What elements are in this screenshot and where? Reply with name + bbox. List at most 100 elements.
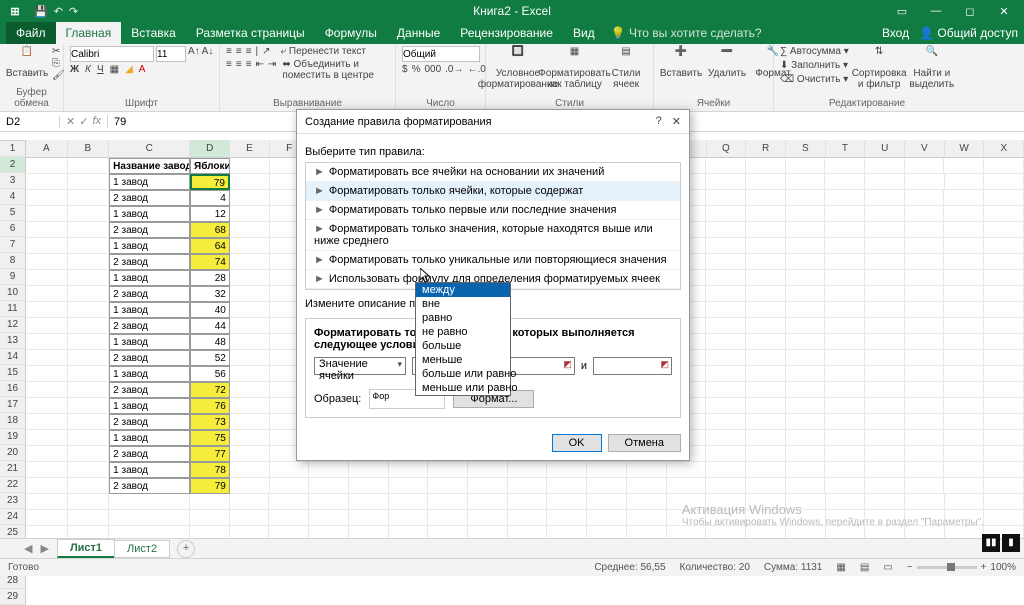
- cell[interactable]: [230, 174, 270, 190]
- redo-icon[interactable]: ↷: [69, 5, 78, 18]
- cell[interactable]: 2 завод: [109, 478, 190, 494]
- zoom-slider[interactable]: −+100%: [907, 562, 1016, 573]
- cell[interactable]: [26, 462, 68, 478]
- cell[interactable]: [349, 478, 389, 494]
- cell[interactable]: [26, 158, 68, 174]
- cell[interactable]: [786, 478, 826, 494]
- cell[interactable]: 1 завод: [109, 238, 190, 254]
- cell[interactable]: [26, 382, 68, 398]
- cell[interactable]: [190, 526, 230, 538]
- cell[interactable]: [984, 382, 1024, 398]
- cell[interactable]: [746, 286, 786, 302]
- cell[interactable]: [468, 526, 508, 538]
- rule-type-option[interactable]: ►Форматировать только ячейки, которые со…: [306, 182, 680, 201]
- rule-type-option[interactable]: ►Форматировать все ячейки на основании и…: [306, 163, 680, 182]
- cell[interactable]: [230, 366, 270, 382]
- cell[interactable]: [230, 318, 270, 334]
- paste-button[interactable]: 📋Вставить: [6, 46, 48, 79]
- cell[interactable]: [68, 254, 110, 270]
- cell[interactable]: [825, 302, 865, 318]
- cell[interactable]: [825, 414, 865, 430]
- cell[interactable]: [786, 174, 826, 190]
- cell[interactable]: [309, 478, 349, 494]
- new-sheet-button[interactable]: +: [177, 540, 195, 558]
- cell[interactable]: 75: [190, 430, 230, 446]
- cell[interactable]: [68, 158, 110, 174]
- cell[interactable]: [786, 190, 826, 206]
- cell[interactable]: [865, 446, 905, 462]
- cell[interactable]: [26, 510, 68, 526]
- cell[interactable]: [905, 366, 945, 382]
- cell[interactable]: [944, 254, 984, 270]
- shrink-font-icon[interactable]: A↓: [202, 46, 214, 62]
- cell[interactable]: [984, 222, 1024, 238]
- cell[interactable]: [468, 462, 508, 478]
- cell[interactable]: [706, 382, 746, 398]
- cell[interactable]: [26, 334, 68, 350]
- cell[interactable]: [984, 238, 1024, 254]
- cell[interactable]: [984, 430, 1024, 446]
- operator-dropdown[interactable]: междувнеравноне равнобольшеменьшебольше …: [415, 282, 511, 396]
- rule-type-option[interactable]: ►Форматировать только уникальные или пов…: [306, 251, 680, 270]
- cell[interactable]: [984, 254, 1024, 270]
- cell[interactable]: [865, 174, 905, 190]
- cell[interactable]: [230, 510, 270, 526]
- currency-icon[interactable]: $: [402, 64, 408, 75]
- cell[interactable]: [547, 510, 587, 526]
- cell[interactable]: [905, 382, 945, 398]
- cell[interactable]: [746, 174, 786, 190]
- dropdown-option[interactable]: меньше: [416, 353, 510, 367]
- dropdown-option[interactable]: меньше или равно: [416, 381, 510, 395]
- cell[interactable]: [706, 270, 746, 286]
- cell[interactable]: [68, 190, 110, 206]
- cell[interactable]: [68, 238, 110, 254]
- enter-formula-icon[interactable]: ✓: [79, 115, 88, 128]
- cell[interactable]: [68, 334, 110, 350]
- cell[interactable]: [746, 398, 786, 414]
- cell[interactable]: [269, 526, 309, 538]
- sort-filter-button[interactable]: ⇅Сортировка и фильтр: [853, 46, 906, 90]
- cell[interactable]: 1 завод: [109, 398, 190, 414]
- cell[interactable]: [865, 206, 905, 222]
- cell[interactable]: [905, 158, 945, 174]
- cell[interactable]: [230, 286, 270, 302]
- cell[interactable]: [389, 494, 429, 510]
- cell[interactable]: [68, 302, 110, 318]
- cell[interactable]: [68, 510, 110, 526]
- cell[interactable]: [984, 158, 1024, 174]
- cell[interactable]: [944, 222, 984, 238]
- merge-center-button[interactable]: ⬌ Объединить и поместить в центре: [282, 59, 389, 81]
- dropdown-option[interactable]: вне: [416, 297, 510, 311]
- cell[interactable]: [944, 382, 984, 398]
- cell[interactable]: [865, 158, 905, 174]
- cell[interactable]: [944, 414, 984, 430]
- cell[interactable]: [865, 270, 905, 286]
- col-header[interactable]: U: [865, 140, 905, 158]
- cell[interactable]: [746, 334, 786, 350]
- cell[interactable]: [109, 510, 190, 526]
- cell[interactable]: 76: [190, 398, 230, 414]
- cell[interactable]: [865, 478, 905, 494]
- cell[interactable]: [905, 350, 945, 366]
- undo-icon[interactable]: ↶: [54, 5, 63, 18]
- col-header[interactable]: A: [26, 140, 68, 158]
- cell[interactable]: [68, 270, 110, 286]
- cell[interactable]: [547, 526, 587, 538]
- cell[interactable]: [26, 238, 68, 254]
- align-top-icon[interactable]: ≡: [226, 46, 232, 57]
- cell[interactable]: [547, 494, 587, 510]
- cell[interactable]: [944, 430, 984, 446]
- font-color-icon[interactable]: A: [139, 64, 146, 75]
- row-header[interactable]: 11: [0, 301, 26, 317]
- cell[interactable]: [984, 318, 1024, 334]
- cell[interactable]: [865, 350, 905, 366]
- ribbon-tab-вид[interactable]: Вид: [563, 22, 605, 44]
- cell[interactable]: [230, 462, 270, 478]
- cell[interactable]: [68, 350, 110, 366]
- fill-color-icon[interactable]: ◢: [125, 64, 133, 75]
- cell[interactable]: [944, 286, 984, 302]
- cell[interactable]: [786, 430, 826, 446]
- cell[interactable]: 40: [190, 302, 230, 318]
- cell[interactable]: 56: [190, 366, 230, 382]
- cell[interactable]: 1 завод: [109, 334, 190, 350]
